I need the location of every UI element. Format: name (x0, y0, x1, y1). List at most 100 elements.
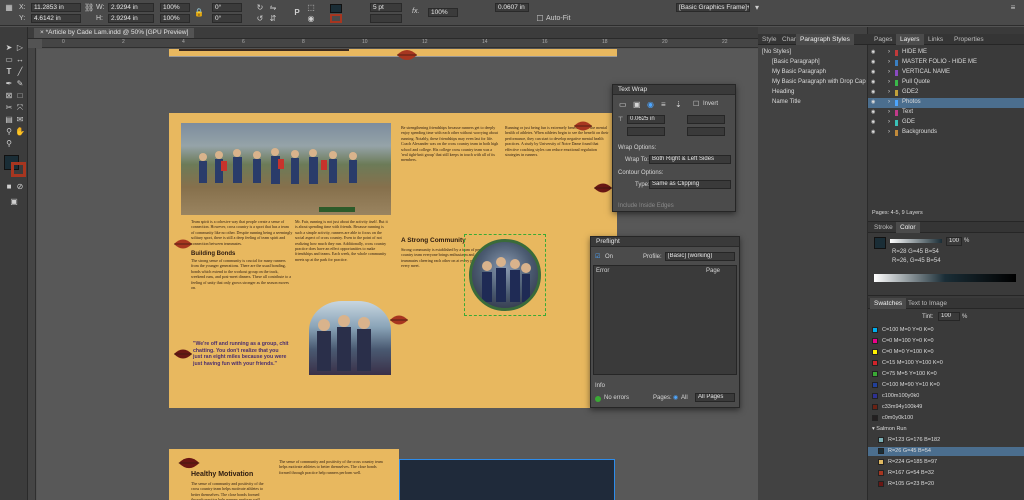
swatch-row[interactable]: R=224 G=185 B=97 (868, 458, 1024, 467)
rotate-field[interactable]: 0° (212, 3, 242, 12)
tab-text-to-image[interactable]: Text to Image (904, 298, 951, 309)
color-fill-swatch[interactable] (874, 237, 886, 249)
offset-bottom-field[interactable] (627, 127, 665, 136)
swatch-row[interactable]: R=167 G=54 B=32 (868, 469, 1024, 478)
swatch-row[interactable]: R=26 G=45 B=54 (868, 447, 1024, 456)
eye-icon[interactable]: ◉ (871, 128, 875, 137)
offset-top-field[interactable]: 0.0625 in (627, 115, 665, 124)
gap-tool-icon[interactable]: ↔ (15, 55, 25, 64)
paragraph-style-item[interactable]: Heading (772, 88, 864, 97)
eye-icon[interactable]: ◉ (871, 48, 875, 57)
offset-left-field[interactable] (687, 115, 725, 124)
fx-label[interactable]: fx. (412, 8, 419, 15)
flip-vertical-icon[interactable]: ⇵ (268, 14, 278, 24)
eye-icon[interactable]: ◉ (871, 88, 875, 97)
layer-row[interactable]: ◉ › Text (868, 108, 1024, 118)
autofit-checkbox-icon[interactable]: ☐ (535, 14, 545, 24)
chevron-right-icon[interactable]: › (888, 78, 890, 87)
eye-icon[interactable]: ◉ (871, 58, 875, 67)
direct-selection-tool-icon[interactable]: ▷ (15, 43, 25, 52)
apply-color-icon[interactable]: ■ (4, 182, 14, 191)
runners-photo[interactable] (181, 123, 391, 215)
preflight-error-list[interactable]: Error Page (593, 265, 737, 375)
swatch-row[interactable]: C=0 M=0 Y=100 K=0 (868, 348, 1024, 357)
layer-row[interactable]: ◉ › Pull Quote (868, 78, 1024, 88)
pages-select[interactable]: All Pages (695, 393, 735, 402)
invert-checkbox-icon[interactable]: ☐ (693, 100, 699, 108)
offset-field[interactable]: 0.0607 in (495, 3, 529, 12)
tab-pages[interactable]: Pages (870, 34, 896, 45)
pen-tool-icon[interactable]: ✒ (4, 79, 14, 88)
layer-row[interactable]: ◉ › GDE (868, 118, 1024, 128)
chevron-right-icon[interactable]: › (888, 88, 890, 97)
swatch-group-salmon-run[interactable]: ▾ Salmon Run (872, 426, 907, 432)
shear-field[interactable]: 0° (212, 14, 242, 23)
eye-icon[interactable]: ◉ (871, 78, 875, 87)
swatch-row[interactable]: C=100 M=90 Y=10 K=0 (868, 381, 1024, 390)
horizontal-ruler[interactable]: 0 2 4 6 8 10 12 14 16 18 20 22 (42, 39, 758, 48)
stroke-type-field[interactable] (370, 14, 402, 23)
tab-properties[interactable]: Properties (950, 34, 988, 45)
color-ramp[interactable] (874, 274, 1016, 282)
menu-icon[interactable]: ≡ (1008, 3, 1018, 13)
jump-next-column-icon[interactable]: ⇣ (675, 100, 682, 109)
lock-icon[interactable]: 🔒 (194, 8, 204, 18)
line-tool-icon[interactable]: ╱ (15, 67, 25, 76)
eyedropper-tool-icon[interactable]: ⚲ (4, 127, 14, 136)
layer-row[interactable]: ◉ › MASTER FOLIO - HIDE ME (868, 58, 1024, 68)
reference-point-icon[interactable]: ▦ (4, 3, 14, 13)
swatch-row[interactable]: c100m100y0k0 (868, 392, 1024, 401)
frame-style-select[interactable]: [Basic Graphics Frame]+ (676, 3, 750, 12)
note-tool-icon[interactable]: ✉ (15, 115, 25, 124)
selection-bounding-box[interactable] (464, 234, 546, 316)
spread-6-7[interactable]: Healthy Motivation The sense of communit… (169, 449, 399, 500)
paragraph-style-item[interactable]: [No Styles] (762, 48, 864, 57)
gradient-tool-icon[interactable]: ▤ (4, 115, 14, 124)
paragraph-style-item[interactable]: Name Title (772, 98, 864, 107)
paragraph-icon[interactable]: P (292, 8, 302, 18)
hand-tool-icon[interactable]: ✋ (15, 127, 25, 136)
y-field[interactable]: 4.6142 in (31, 14, 81, 23)
tint-field[interactable]: 100 (946, 237, 962, 246)
paragraph-style-item[interactable]: My Basic Paragraph (772, 68, 864, 77)
layer-row[interactable]: ◉ › Backgrounds (868, 128, 1024, 138)
chevron-right-icon[interactable]: › (888, 68, 890, 77)
width-field[interactable]: 2.9294 in (108, 3, 154, 12)
article-column-3[interactable]: Be strengthening friendships because run… (401, 125, 499, 235)
stroke-color-swatch[interactable] (11, 162, 26, 177)
wrap-none-icon[interactable]: ▭ (619, 100, 627, 109)
eye-icon[interactable]: ◉ (871, 108, 875, 117)
layer-row[interactable]: ◉ › GDE2 (868, 88, 1024, 98)
free-transform-tool-icon[interactable]: ⤧ (15, 103, 25, 112)
select-container-icon[interactable]: ⬚ (306, 3, 316, 13)
selection-tool-icon[interactable]: ➤ (4, 43, 14, 52)
swatch-row[interactable]: c33m94y100k49 (868, 403, 1024, 412)
height-field[interactable]: 2.9294 in (108, 14, 154, 23)
tab-stroke[interactable]: Stroke (870, 222, 897, 233)
constrain-proportions-icon[interactable]: ⛓ (84, 3, 94, 13)
select-content-icon[interactable]: ◉ (306, 14, 316, 24)
wrap-bounding-box-icon[interactable]: ▣ (633, 100, 641, 109)
layer-row[interactable]: ◉ › Photos (868, 98, 1024, 108)
chevron-right-icon[interactable]: › (888, 98, 890, 107)
chevron-down-icon[interactable]: ▾ (752, 3, 762, 13)
wrap-object-shape-icon[interactable]: ◉ (647, 100, 654, 109)
swatch-row[interactable]: C=0 M=100 Y=0 K=0 (868, 337, 1024, 346)
fill-swatch[interactable] (330, 4, 342, 13)
paragraph-style-item[interactable]: [Basic Paragraph] (772, 58, 864, 67)
vertical-ruler[interactable] (28, 48, 36, 500)
pull-quote[interactable]: "We're off and running as a group, chit … (193, 341, 289, 401)
scissors-tool-icon[interactable]: ✂ (4, 103, 14, 112)
all-radio-icon[interactable]: ◉ (673, 394, 678, 401)
spread-4-5[interactable]: Team spirit is a cohesive way that peopl… (169, 113, 617, 408)
apply-none-icon[interactable]: ⊘ (15, 182, 25, 191)
next-spread-image-frame[interactable] (399, 459, 615, 500)
pencil-tool-icon[interactable]: ✎ (15, 79, 25, 88)
tab-links[interactable]: Links (924, 34, 947, 45)
tab-paragraph-styles[interactable]: Paragraph Styles (796, 34, 854, 45)
rotate-90-icon[interactable]: ↻ (255, 3, 265, 13)
wrap-to-select[interactable]: Both Right & Left Sides (649, 155, 731, 164)
flip-horizontal-icon[interactable]: ⇋ (268, 3, 278, 13)
zoom-tool-icon[interactable]: ⚲ (4, 139, 14, 148)
article-column-2[interactable]: Mr. Fair, running is not just about the … (295, 219, 391, 309)
